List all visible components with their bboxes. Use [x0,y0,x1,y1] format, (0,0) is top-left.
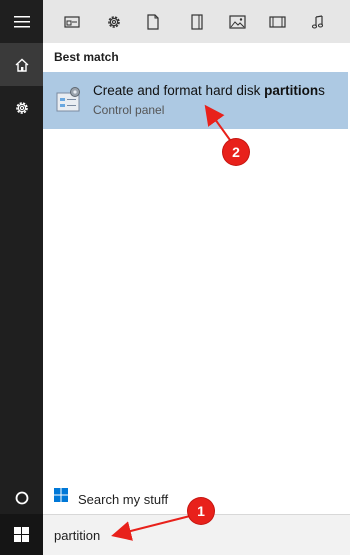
title-prefix: Create and format hard disk [93,83,265,98]
photos-filter-icon [228,14,246,29]
search-my-stuff-label: Search my stuff [78,492,169,507]
best-match-title: Create and format hard disk partitions [93,83,325,98]
folders-filter-icon [191,13,203,30]
title-match-highlight: partition [264,83,319,98]
settings-filter-button[interactable] [95,0,133,43]
title-suffix: s [318,83,325,98]
left-rail [0,0,43,555]
music-filter-button[interactable] [300,0,338,43]
photos-filter-button[interactable] [218,0,256,43]
settings-button[interactable] [0,86,43,129]
start-button[interactable] [0,514,43,555]
hamburger-menu-icon [13,15,30,27]
apps-filter-button[interactable] [53,0,91,43]
disk-management-icon [56,87,80,112]
documents-filter-button[interactable] [134,0,172,43]
best-match-heading: Best match [54,50,119,64]
music-filter-icon [311,14,324,29]
best-match-result[interactable]: Create and format hard disk partitions C… [43,72,348,129]
settings-gear-icon [15,101,28,114]
annotation-badge-2: 2 [223,139,249,165]
settings-filter-icon [108,15,120,28]
home-button[interactable] [0,43,43,86]
videos-filter-button[interactable] [258,0,296,43]
home-icon [15,58,28,72]
annotation-badge-1: 1 [188,498,214,524]
folders-filter-button[interactable] [178,0,216,43]
windows-start-icon [14,527,29,542]
documents-filter-icon [147,13,159,30]
best-match-subtitle: Control panel [93,103,165,117]
videos-filter-icon [268,15,286,28]
filter-toolbar [43,0,350,43]
cortana-button[interactable] [0,476,43,519]
windows-logo-icon [54,488,68,502]
hamburger-menu-button[interactable] [0,0,43,43]
cortana-circle-icon [15,491,28,504]
apps-filter-icon [64,15,80,28]
